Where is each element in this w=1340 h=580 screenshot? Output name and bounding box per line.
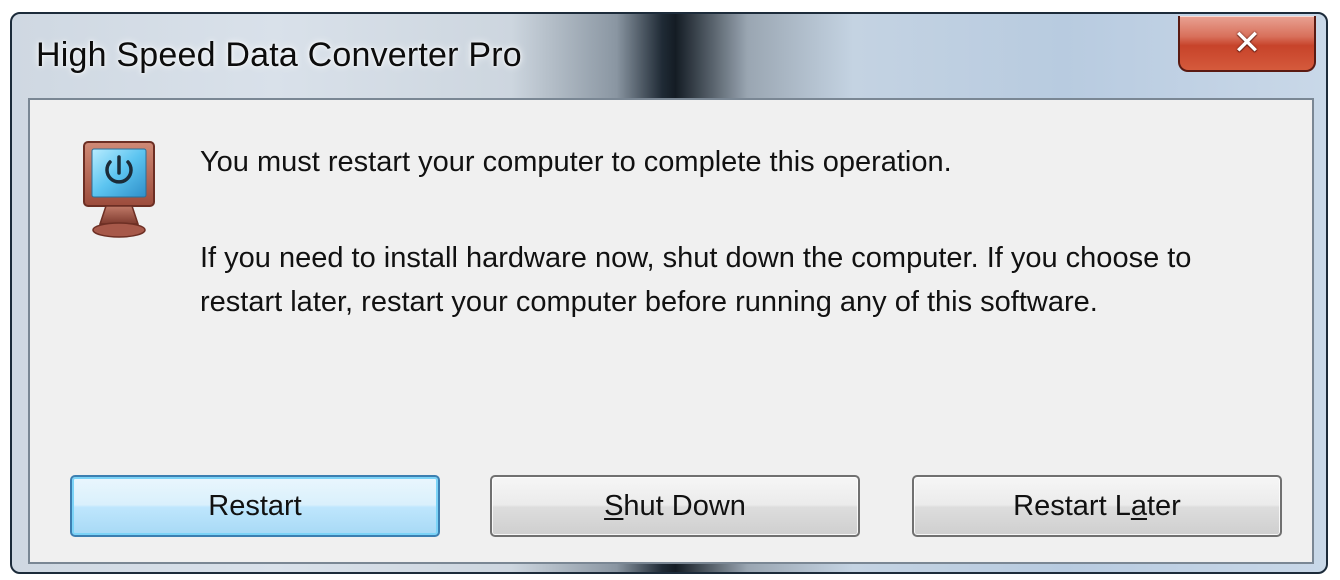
shut-down-mnemonic: S: [604, 489, 624, 522]
dialog-content: You must restart your computer to comple…: [28, 98, 1314, 564]
dialog-window: High Speed Data Converter Pro ✕ You must…: [10, 12, 1328, 574]
message-primary: You must restart your computer to comple…: [200, 146, 952, 178]
restart-button[interactable]: Restart: [70, 475, 440, 537]
restart-later-mnemonic: a: [1130, 489, 1147, 522]
shut-down-label-rest: hut Down: [623, 489, 746, 522]
restart-later-label-after: ter: [1146, 489, 1181, 522]
power-monitor-icon: [82, 140, 156, 240]
close-icon: ✕: [1232, 23, 1262, 63]
shut-down-button-label: Shut Down: [604, 490, 746, 523]
restart-later-label-before: Restart L: [1013, 489, 1131, 522]
restart-later-button[interactable]: Restart Later: [912, 475, 1282, 537]
restart-button-label: Restart: [208, 489, 302, 522]
message-secondary: If you need to install hardware now, shu…: [200, 242, 1192, 318]
restart-later-button-label: Restart Later: [1013, 490, 1181, 523]
window-title: High Speed Data Converter Pro: [36, 36, 522, 74]
close-button[interactable]: ✕: [1178, 16, 1316, 72]
shut-down-button[interactable]: Shut Down: [490, 475, 860, 537]
title-bar[interactable]: High Speed Data Converter Pro ✕: [12, 14, 1326, 96]
